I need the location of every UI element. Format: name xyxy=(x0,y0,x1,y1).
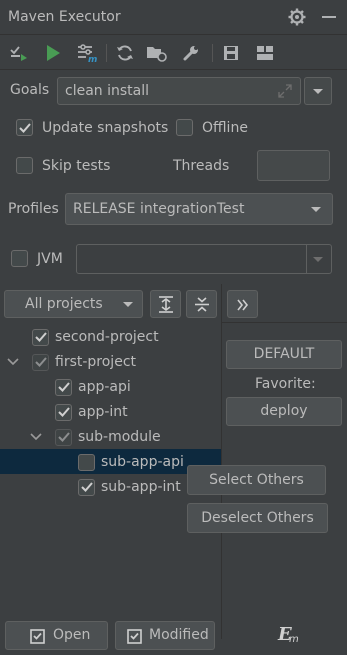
collapse-all-icon xyxy=(195,297,209,312)
run-configuration-icon[interactable]: m xyxy=(76,42,98,64)
tree-node-label: app-int xyxy=(78,404,128,420)
favorite-label: Favorite: xyxy=(255,376,316,392)
check-icon xyxy=(80,482,93,492)
offline-checkbox[interactable] xyxy=(176,119,193,136)
tree-node[interactable]: second-project xyxy=(32,325,159,349)
jvm-label: JVM xyxy=(37,251,63,267)
goals-value: clean install xyxy=(65,83,150,99)
maven-executor-logo: E m xyxy=(278,624,299,645)
save-icon[interactable] xyxy=(220,42,242,64)
select-others-menu-item[interactable]: Select Others xyxy=(187,465,326,495)
profiles-label: Profiles xyxy=(8,201,59,217)
tree-node-label: sub-app-int xyxy=(101,479,181,495)
tree-node[interactable]: sub-module xyxy=(30,425,161,449)
check-icon xyxy=(57,432,70,442)
chevron-down-icon[interactable] xyxy=(7,358,19,366)
goals-label: Goals xyxy=(10,82,50,98)
run-icon[interactable] xyxy=(42,42,64,64)
title-bar: Maven Executor xyxy=(0,0,347,35)
tree-node-checkbox[interactable] xyxy=(32,353,49,371)
check-square-icon xyxy=(30,629,45,644)
chevron-down-icon xyxy=(313,257,323,262)
check-icon xyxy=(34,332,47,342)
tree-node-checkbox[interactable] xyxy=(32,328,49,346)
threads-input[interactable] xyxy=(257,150,330,181)
chevron-down-icon[interactable] xyxy=(30,433,42,441)
open-button[interactable]: Open xyxy=(5,621,108,650)
svg-text:m: m xyxy=(88,55,97,63)
deselect-others-menu-item[interactable]: Deselect Others xyxy=(187,503,328,533)
modified-button[interactable]: Modified xyxy=(115,621,215,650)
tree-node-label: first-project xyxy=(55,354,136,370)
check-icon xyxy=(18,122,31,133)
projects-filter-value: All projects xyxy=(25,296,103,312)
check-icon xyxy=(57,407,70,417)
jvm-checkbox[interactable] xyxy=(11,250,28,267)
open-label: Open xyxy=(53,627,91,643)
chevron-down-icon xyxy=(311,207,321,212)
toolbar: m xyxy=(0,36,347,70)
tree-node-checkbox[interactable] xyxy=(55,378,72,396)
deploy-button[interactable]: deploy xyxy=(226,397,342,426)
tree-node-checkbox[interactable] xyxy=(78,453,95,471)
tree-node[interactable]: sub-app-api xyxy=(78,450,184,474)
tree-node-label: sub-app-api xyxy=(101,454,184,470)
tree-node-label: app-api xyxy=(78,379,131,395)
goals-input[interactable]: clean install xyxy=(57,77,301,105)
expand-icon[interactable] xyxy=(278,84,292,98)
goals-history-dropdown[interactable] xyxy=(304,77,332,105)
check-square-icon xyxy=(127,629,142,644)
expand-all-icon xyxy=(159,296,173,313)
chevron-down-icon xyxy=(313,89,323,94)
gear-icon[interactable] xyxy=(288,8,306,26)
profiles-select[interactable]: RELEASE integrationTest xyxy=(65,193,333,225)
wrench-icon[interactable] xyxy=(180,42,202,64)
minimize-icon[interactable] xyxy=(322,16,336,18)
folder-sync-icon[interactable] xyxy=(146,42,168,64)
tree-node[interactable]: app-int xyxy=(55,400,128,424)
tree-node[interactable]: first-project xyxy=(7,350,136,374)
tree-node-checkbox[interactable] xyxy=(55,428,72,446)
tree-node[interactable]: app-api xyxy=(55,375,131,399)
layout-icon[interactable] xyxy=(254,42,276,64)
collapse-all-button[interactable] xyxy=(186,290,217,318)
chevron-down-icon xyxy=(123,302,133,307)
expand-all-button[interactable] xyxy=(150,290,181,318)
window-title: Maven Executor xyxy=(8,9,121,25)
profiles-value: RELEASE integrationTest xyxy=(73,201,245,217)
tree-node-label: second-project xyxy=(55,329,159,345)
projects-filter-select[interactable]: All projects xyxy=(4,290,143,318)
skip-tests-checkbox[interactable] xyxy=(16,157,33,174)
check-icon xyxy=(34,357,47,367)
update-snapshots-label: Update snapshots xyxy=(42,120,169,136)
tree-node-checkbox[interactable] xyxy=(78,478,95,496)
threads-label: Threads xyxy=(173,158,230,174)
refresh-icon[interactable] xyxy=(114,42,136,64)
double-chevron-right-icon xyxy=(237,299,249,311)
skip-tests-label: Skip tests xyxy=(42,158,111,174)
default-button[interactable]: DEFAULT xyxy=(226,340,342,369)
tree-node[interactable]: sub-app-int xyxy=(78,475,181,499)
jvm-select[interactable] xyxy=(76,244,332,274)
offline-label: Offline xyxy=(202,120,248,136)
modified-label: Modified xyxy=(149,627,209,643)
tree-node-checkbox[interactable] xyxy=(55,403,72,421)
move-right-button[interactable] xyxy=(227,290,258,318)
update-snapshots-checkbox[interactable] xyxy=(16,119,33,136)
checklist-icon[interactable] xyxy=(8,42,30,64)
check-icon xyxy=(57,382,70,392)
tree-node-label: sub-module xyxy=(78,429,161,445)
